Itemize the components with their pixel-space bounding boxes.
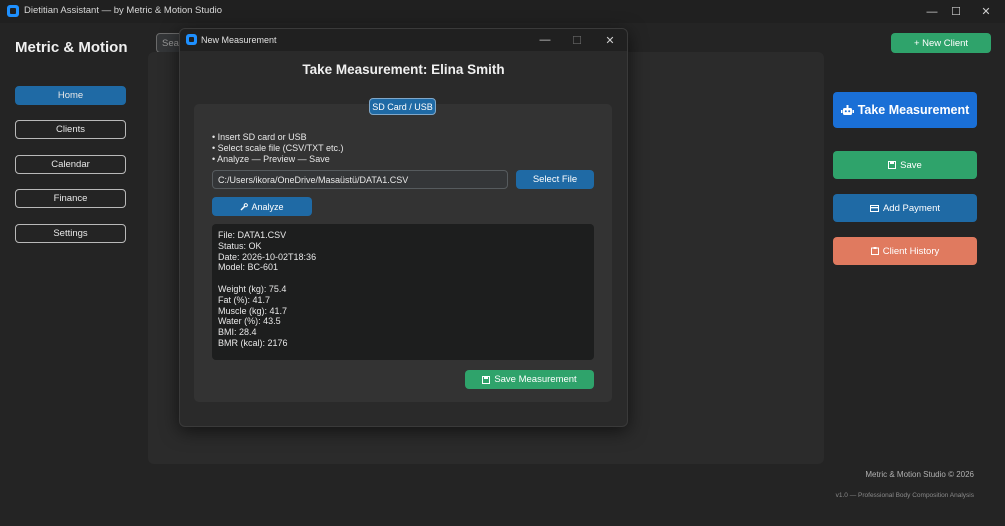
floppy-icon xyxy=(888,161,897,169)
brand-title: Metric & Motion xyxy=(15,39,128,56)
add-payment-button[interactable]: Add Payment xyxy=(833,194,977,222)
dialog-close-button[interactable]: ✕ xyxy=(596,31,624,49)
wrench-icon xyxy=(240,202,249,210)
close-button[interactable]: ✕ xyxy=(971,2,1001,21)
add-payment-label: Add Payment xyxy=(882,202,941,214)
robot-icon xyxy=(840,104,854,115)
result-line: BMI: 28.4 xyxy=(218,327,257,338)
client-history-label: Client History xyxy=(882,245,940,257)
result-line xyxy=(218,273,588,284)
result-line: BMR (kcal): 2176 xyxy=(218,337,288,348)
analyze-label: Analyze xyxy=(251,201,284,212)
footer-version: v1.0 — Professional Body Composition Ana… xyxy=(835,492,974,499)
sidebar-item-calendar[interactable]: Calendar xyxy=(15,155,126,174)
card-icon xyxy=(869,204,879,212)
dialog-titlebar: New Measurement — ☐ ✕ xyxy=(180,29,627,51)
window-titlebar: Dietitian Assistant — by Metric & Motion… xyxy=(0,0,1005,23)
save-measurement-button[interactable]: Save Measurement xyxy=(465,370,594,389)
app-icon xyxy=(7,5,19,17)
new-measurement-dialog: New Measurement — ☐ ✕ Take Measurement: … xyxy=(179,28,628,427)
maximize-button[interactable]: ☐ xyxy=(941,2,971,21)
result-line: Date: 2026-10-02T18:36 xyxy=(218,251,317,262)
new-client-button[interactable]: + New Client xyxy=(891,33,991,53)
file-path-input[interactable]: C:/Users/ikora/OneDrive/Masaüstü/DATA1.C… xyxy=(212,170,508,189)
window-title: Dietitian Assistant — by Metric & Motion… xyxy=(24,5,222,16)
client-history-button[interactable]: Client History xyxy=(833,237,977,265)
result-line: Status: OK xyxy=(218,240,262,251)
sidebar-item-home[interactable]: Home xyxy=(15,86,126,105)
dialog-maximize-button: ☐ xyxy=(572,34,582,47)
take-measurement-label: Take Measurement xyxy=(857,103,970,117)
dialog-minimize-button[interactable]: — xyxy=(531,31,559,49)
result-line: Water (%): 43.5 xyxy=(218,316,281,327)
take-measurement-button[interactable]: Take Measurement xyxy=(833,92,977,128)
save-label: Save xyxy=(900,159,922,171)
instruction-line: • Analyze — Preview — Save xyxy=(212,154,330,164)
dialog-title: New Measurement xyxy=(201,35,277,45)
floppy-icon xyxy=(482,375,491,384)
sidebar-item-finance[interactable]: Finance xyxy=(15,189,126,208)
select-file-button[interactable]: Select File xyxy=(516,170,594,189)
result-line: File: DATA1.CSV xyxy=(218,230,287,240)
analyze-button[interactable]: Analyze xyxy=(212,197,312,216)
tab-sd-card-usb[interactable]: SD Card / USB xyxy=(369,98,436,115)
instruction-line: • Insert SD card or USB xyxy=(212,132,307,142)
result-line: Weight (kg): 75.4 xyxy=(218,283,287,294)
result-line: Muscle (kg): 41.7 xyxy=(218,305,288,316)
sidebar-item-clients[interactable]: Clients xyxy=(15,120,126,139)
footer-copyright: Metric & Motion Studio © 2026 xyxy=(865,470,974,479)
dialog-heading: Take Measurement: Elina Smith xyxy=(302,62,505,77)
analysis-result-box: File: DATA1.CSV Status: OK Date: 2026-10… xyxy=(212,224,594,360)
instruction-line: • Select scale file (CSV/TXT etc.) xyxy=(212,143,344,153)
result-line: Model: BC-601 xyxy=(218,262,279,273)
clipboard-icon xyxy=(870,247,879,255)
sidebar-item-settings[interactable]: Settings xyxy=(15,224,126,243)
result-line: Fat (%): 41.7 xyxy=(218,294,271,305)
save-button[interactable]: Save xyxy=(833,151,977,179)
save-measurement-label: Save Measurement xyxy=(494,374,577,385)
dialog-app-icon xyxy=(186,34,197,45)
instructions: • Insert SD card or USB • Select scale f… xyxy=(212,132,344,165)
